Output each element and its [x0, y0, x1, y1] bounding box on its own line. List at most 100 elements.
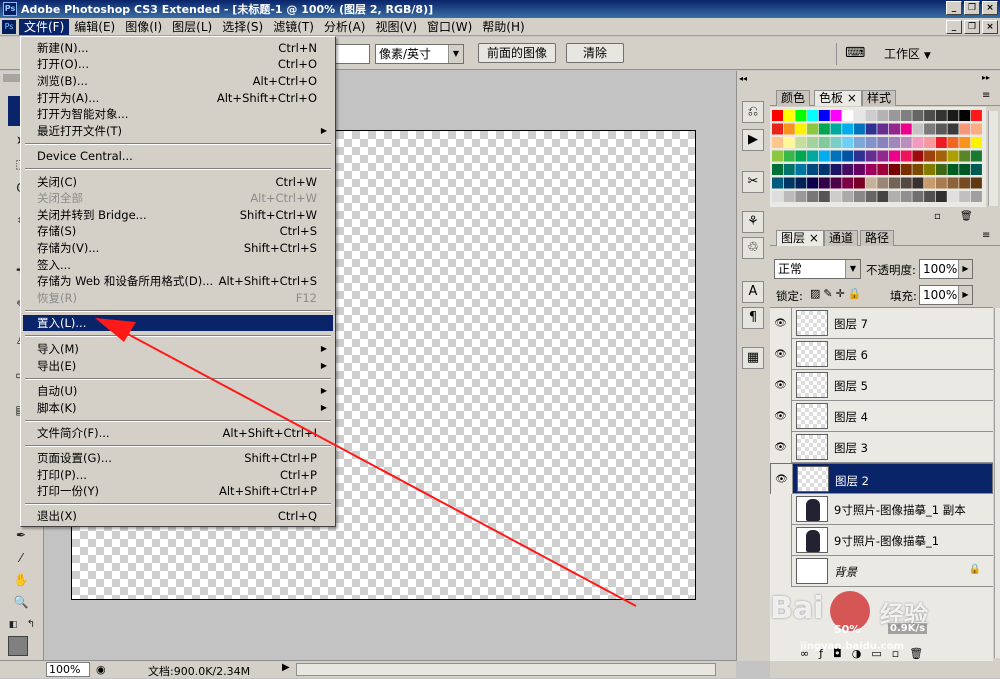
- color-swatch[interactable]: [853, 177, 865, 189]
- zoom-tool-icon[interactable]: 🔍: [12, 593, 30, 611]
- color-swatch[interactable]: [818, 191, 830, 202]
- brushes-panel-icon[interactable]: ⚘: [742, 211, 764, 233]
- color-swatch[interactable]: [795, 123, 807, 135]
- color-swatch[interactable]: [912, 150, 924, 162]
- color-swatch[interactable]: [924, 137, 936, 148]
- color-swatch[interactable]: [842, 164, 854, 175]
- doc-restore-icon[interactable]: ❐: [964, 20, 980, 34]
- color-swatch[interactable]: [889, 150, 900, 162]
- status-menu-arrow-icon[interactable]: ▶: [282, 662, 290, 673]
- color-swatch[interactable]: [900, 177, 912, 189]
- color-swatch[interactable]: [900, 123, 912, 135]
- clear-button[interactable]: 清除: [566, 43, 624, 63]
- foreground-color-swatch[interactable]: [8, 636, 28, 656]
- color-swatch[interactable]: [947, 177, 959, 189]
- menu-item-export[interactable]: 导出(E) ▶: [23, 358, 333, 374]
- color-swatch[interactable]: [865, 123, 877, 135]
- color-swatch[interactable]: [830, 110, 842, 121]
- color-swatch[interactable]: [772, 191, 783, 202]
- hand-tool-icon[interactable]: ✋: [12, 571, 30, 589]
- color-swatch[interactable]: [947, 110, 959, 121]
- color-swatch[interactable]: [783, 110, 795, 121]
- layer-row[interactable]: 👁 图层 5: [770, 370, 993, 401]
- menu-edit[interactable]: 编辑(E): [69, 19, 120, 35]
- color-swatch[interactable]: [807, 164, 819, 175]
- color-swatch[interactable]: [889, 177, 900, 189]
- color-swatch[interactable]: [970, 110, 982, 121]
- color-swatch[interactable]: [853, 164, 865, 175]
- close-icon[interactable]: ×: [809, 231, 819, 245]
- color-swatch[interactable]: [865, 177, 877, 189]
- menu-item-scripts[interactable]: 脚本(K) ▶: [23, 400, 333, 416]
- menu-item-open-as[interactable]: 打开为(A)... Alt+Shift+Ctrl+O: [23, 90, 333, 106]
- layers-scrollbar[interactable]: [994, 308, 1000, 658]
- color-swatch[interactable]: [865, 110, 877, 121]
- color-swatch[interactable]: [935, 137, 947, 148]
- color-swatch[interactable]: [807, 137, 819, 148]
- color-swatch[interactable]: [783, 123, 795, 135]
- hidden-visibility-box[interactable]: [770, 556, 792, 587]
- eye-icon[interactable]: 👁: [770, 370, 792, 401]
- color-swatch[interactable]: [772, 177, 783, 189]
- color-swatch[interactable]: [947, 191, 959, 202]
- color-swatch[interactable]: [924, 164, 936, 175]
- hidden-visibility-box[interactable]: [770, 494, 792, 525]
- menu-window[interactable]: 窗口(W): [422, 19, 477, 35]
- menu-image[interactable]: 图像(I): [120, 19, 167, 35]
- doc-minimize-icon[interactable]: _: [946, 20, 962, 34]
- color-swatch[interactable]: [877, 164, 889, 175]
- menu-item-save-for-web[interactable]: 存储为 Web 和设备所用格式(D)... Alt+Shift+Ctrl+S: [23, 273, 333, 289]
- color-swatch[interactable]: [970, 164, 982, 175]
- color-swatch[interactable]: [830, 150, 842, 162]
- color-swatch[interactable]: [853, 123, 865, 135]
- color-swatch[interactable]: [959, 150, 971, 162]
- clone-source-icon[interactable]: ♲: [742, 237, 764, 259]
- menu-item-close[interactable]: 关闭(C) Ctrl+W: [23, 174, 333, 190]
- color-swatch[interactable]: [830, 137, 842, 148]
- color-swatch[interactable]: [830, 164, 842, 175]
- color-swatch[interactable]: [947, 150, 959, 162]
- close-icon[interactable]: ×: [847, 91, 857, 105]
- color-swatch[interactable]: [877, 110, 889, 121]
- status-info-icon[interactable]: ◉: [96, 663, 106, 676]
- actions-panel-icon[interactable]: ▶: [742, 129, 764, 151]
- eye-icon[interactable]: 👁: [770, 401, 792, 432]
- color-swatch[interactable]: [795, 164, 807, 175]
- document-icon[interactable]: Ps: [2, 19, 16, 34]
- opacity-input[interactable]: 100% ▶: [919, 259, 973, 279]
- color-swatch[interactable]: [935, 177, 947, 189]
- color-swatch[interactable]: [830, 123, 842, 135]
- color-swatch[interactable]: [970, 191, 982, 202]
- lock-pixels-icon[interactable]: ✎: [823, 287, 835, 300]
- layer-row[interactable]: 👁 图层 6: [770, 339, 993, 370]
- color-swatch[interactable]: [912, 137, 924, 148]
- color-swatch[interactable]: [807, 123, 819, 135]
- menu-item-check-in[interactable]: 签入...: [23, 257, 333, 273]
- color-swatch[interactable]: [795, 110, 807, 121]
- fill-input[interactable]: 100% ▶: [919, 285, 973, 305]
- new-swatch-icon[interactable]: ▫: [934, 211, 941, 222]
- paragraph-panel-icon[interactable]: ¶: [742, 307, 764, 329]
- color-swatch[interactable]: [795, 150, 807, 162]
- color-swatch[interactable]: [830, 191, 842, 202]
- color-swatch[interactable]: [947, 137, 959, 148]
- color-swatch[interactable]: [807, 177, 819, 189]
- color-swatch[interactable]: [772, 137, 783, 148]
- color-swatch[interactable]: [783, 137, 795, 148]
- lock-transparency-icon[interactable]: ▨: [810, 287, 823, 300]
- menu-item-save-as[interactable]: 存储为(V)... Shift+Ctrl+S: [23, 240, 333, 256]
- color-swatch[interactable]: [912, 164, 924, 175]
- color-swatch[interactable]: [970, 177, 982, 189]
- color-swatch[interactable]: [783, 177, 795, 189]
- horizontal-scrollbar[interactable]: [296, 663, 716, 676]
- swatch-scrollbar[interactable]: [988, 111, 998, 206]
- color-swatch[interactable]: [900, 164, 912, 175]
- color-swatch[interactable]: [889, 164, 900, 175]
- hidden-visibility-box[interactable]: [770, 525, 792, 556]
- color-swatch[interactable]: [842, 191, 854, 202]
- minimize-icon[interactable]: _: [946, 1, 962, 15]
- color-swatch[interactable]: [795, 191, 807, 202]
- color-swatch[interactable]: [783, 164, 795, 175]
- panel-menu-icon[interactable]: ≡: [982, 90, 990, 101]
- collapse-dock-icon[interactable]: ◂◂: [739, 74, 747, 83]
